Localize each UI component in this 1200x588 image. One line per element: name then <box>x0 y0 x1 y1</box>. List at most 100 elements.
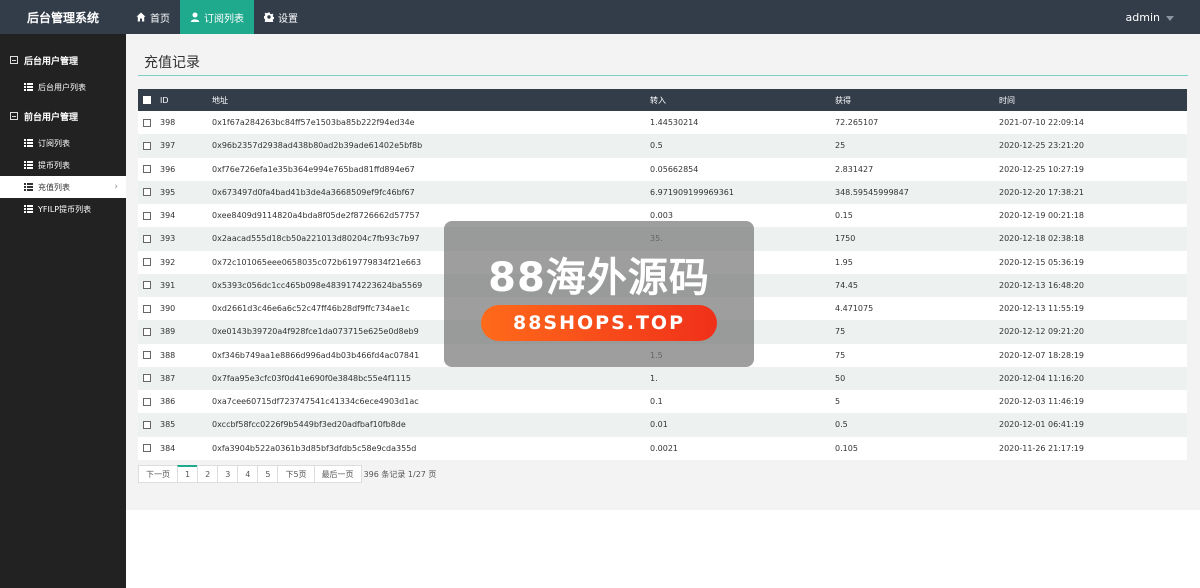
table-row[interactable]: 387 0x7faa95e3cfc03f0d41e690f0e3848bc55e4… <box>138 366 1187 390</box>
user-menu[interactable]: admin <box>1126 0 1200 34</box>
cell-obtained: 348.59545999847 <box>835 187 909 197</box>
row-checkbox[interactable] <box>143 211 151 220</box>
sidebar-group-label: 前台用户管理 <box>24 112 79 123</box>
caret-down-icon <box>1166 15 1174 21</box>
table-row[interactable]: 397 0x96b2357d2938ad438b80ad2b39ade61402e… <box>138 134 1187 158</box>
page-5-button[interactable]: 5 <box>257 465 279 483</box>
row-checkbox[interactable] <box>143 281 151 290</box>
home-icon <box>136 12 146 22</box>
cell-time: 2020-12-19 00:21:18 <box>999 211 1084 221</box>
table-row[interactable]: 384 0xfa3904b522a0361b3d85bf3dfdb5c58e9cd… <box>138 436 1187 460</box>
cell-id: 398 <box>160 118 176 128</box>
cell-address: 0xa7cee60715df723747541c41334c6ece4903d1… <box>212 397 419 407</box>
row-checkbox[interactable] <box>143 141 151 150</box>
cell-address: 0x673497d0fa4bad41b3de4a3668509ef9fc46bf… <box>212 187 415 197</box>
row-checkbox[interactable] <box>143 444 151 453</box>
header-transfer-in: 转入 <box>650 95 666 105</box>
cell-obtained: 0.105 <box>835 443 858 453</box>
collapse-minus-icon <box>10 112 18 120</box>
title-divider <box>138 75 1188 76</box>
watermark-overlay: 88海外源码 88SHOPS.TOP <box>444 221 754 367</box>
nav-subscriptions[interactable]: 订阅列表 <box>180 0 254 34</box>
cell-time: 2020-12-04 11:16:20 <box>999 373 1084 383</box>
brand-title[interactable]: 后台管理系统 <box>0 0 126 34</box>
row-checkbox[interactable] <box>143 420 151 429</box>
cell-time: 2020-12-18 02:38:18 <box>999 234 1084 244</box>
cell-address: 0x1f67a284263bc84ff57e1503ba85b222f94ed3… <box>212 118 415 128</box>
page-1-button[interactable]: 1 <box>177 465 199 483</box>
cell-address: 0xccbf58fcc0226f9b5449bf3ed20adfbaf10fb8… <box>212 420 406 430</box>
header-time: 时间 <box>999 95 1015 105</box>
sidebar-item-label: 订阅列表 <box>38 138 70 148</box>
cell-id: 391 <box>160 280 176 290</box>
cell-transfer-in: 0.01 <box>650 420 668 430</box>
sidebar-item-subscription-list[interactable]: 订阅列表 <box>0 132 126 154</box>
user-name: admin <box>1125 10 1160 24</box>
sidebar: 后台用户管理 后台用户列表 前台用户管理 订阅列表 提币列表 充值列表 › YF… <box>0 34 126 588</box>
cell-obtained: 2.831427 <box>835 164 874 174</box>
chevron-right-icon: › <box>114 182 118 192</box>
page-3-button[interactable]: 3 <box>217 465 239 483</box>
select-all-checkbox[interactable] <box>143 96 151 104</box>
cell-transfer-in: 1.44530214 <box>650 118 699 128</box>
row-checkbox[interactable] <box>143 304 151 313</box>
row-checkbox[interactable] <box>143 258 151 267</box>
row-checkbox[interactable] <box>143 397 151 406</box>
cell-obtained: 25 <box>835 141 846 151</box>
sidebar-group-front-users[interactable]: 前台用户管理 <box>0 108 126 124</box>
sidebar-item-recharge-list[interactable]: 充值列表 › <box>0 176 126 198</box>
cell-time: 2021-07-10 22:09:14 <box>999 118 1084 128</box>
cell-obtained: 1.95 <box>835 257 853 267</box>
table-row[interactable]: 385 0xccbf58fcc0226f9b5449bf3ed20adfbaf10… <box>138 413 1187 437</box>
list-icon <box>24 183 33 191</box>
table-row[interactable]: 398 0x1f67a284263bc84ff57e1503ba85b222f94… <box>138 111 1187 135</box>
header-obtained: 获得 <box>835 95 851 105</box>
sidebar-item-withdraw-list[interactable]: 提币列表 <box>0 154 126 176</box>
last-page-button[interactable]: 最后一页 <box>313 465 362 483</box>
sidebar-group-label: 后台用户管理 <box>24 56 79 67</box>
watermark-title: 88海外源码 <box>488 255 710 301</box>
next-5-pages-button[interactable]: 下5页 <box>277 465 315 483</box>
sidebar-group-admin-users[interactable]: 后台用户管理 <box>0 52 126 68</box>
user-icon <box>190 12 200 22</box>
cell-address: 0xfa3904b522a0361b3d85bf3dfdb5c58e9cda35… <box>212 443 417 453</box>
nav-settings[interactable]: 设置 <box>254 0 308 34</box>
sidebar-item-yfilp-withdraw-list[interactable]: YFILP提币列表 <box>0 198 126 220</box>
row-checkbox[interactable] <box>143 327 151 336</box>
nav-home[interactable]: 首页 <box>126 0 180 34</box>
page-title: 充值记录 <box>144 55 200 71</box>
cell-time: 2020-12-07 18:28:19 <box>999 350 1084 360</box>
table-row[interactable]: 396 0xf76e726efa1e35b364e994e765bad81ffd8… <box>138 157 1187 181</box>
cell-transfer-in: 0.05662854 <box>650 164 699 174</box>
sidebar-item-admin-user-list[interactable]: 后台用户列表 <box>0 76 126 98</box>
cell-obtained: 4.471075 <box>835 304 874 314</box>
cell-transfer-in: 1. <box>650 373 658 383</box>
list-icon <box>24 161 33 169</box>
gear-icon <box>264 12 274 22</box>
cell-time: 2020-12-15 05:36:19 <box>999 257 1084 267</box>
cell-id: 393 <box>160 234 176 244</box>
cell-time: 2020-12-13 16:48:20 <box>999 280 1084 290</box>
nav-subscriptions-label: 订阅列表 <box>204 13 244 25</box>
cell-address: 0xf76e726efa1e35b364e994e765bad81ffd894e… <box>212 164 415 174</box>
table-row[interactable]: 386 0xa7cee60715df723747541c41334c6ece490… <box>138 390 1187 414</box>
row-checkbox[interactable] <box>143 165 151 174</box>
table-row[interactable]: 395 0x673497d0fa4bad41b3de4a3668509ef9fc4… <box>138 180 1187 204</box>
prev-page-button[interactable]: 下一页 <box>138 465 178 483</box>
cell-obtained: 75 <box>835 327 846 337</box>
cell-id: 384 <box>160 443 176 453</box>
row-checkbox[interactable] <box>143 234 151 243</box>
cell-time: 2020-12-03 11:46:19 <box>999 397 1084 407</box>
row-checkbox[interactable] <box>143 118 151 127</box>
cell-id: 389 <box>160 327 176 337</box>
row-checkbox[interactable] <box>143 351 151 360</box>
collapse-minus-icon <box>10 56 18 64</box>
cell-address: 0x7faa95e3cfc03f0d41e690f0e3848bc55e4f11… <box>212 373 411 383</box>
row-checkbox[interactable] <box>143 374 151 383</box>
cell-id: 388 <box>160 350 176 360</box>
cell-obtained: 1750 <box>835 234 856 244</box>
cell-obtained: 75 <box>835 350 846 360</box>
row-checkbox[interactable] <box>143 188 151 197</box>
page-2-button[interactable]: 2 <box>197 465 219 483</box>
page-4-button[interactable]: 4 <box>237 465 259 483</box>
